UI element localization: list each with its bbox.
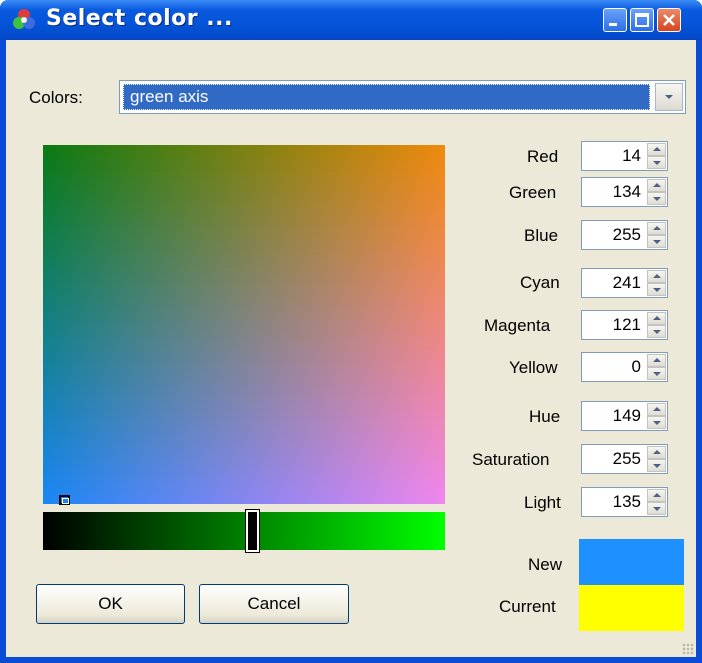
spin-up-icon[interactable]	[647, 143, 666, 156]
blue-value: 255	[612, 225, 641, 244]
chevron-down-icon	[665, 95, 673, 99]
maximize-icon	[635, 13, 649, 27]
yellow-value: 0	[631, 357, 641, 376]
light-label: Light	[524, 493, 561, 512]
spin-down-icon[interactable]	[647, 502, 666, 515]
cyan-spinner[interactable]: 241	[581, 268, 668, 298]
light-value: 135	[612, 492, 641, 511]
slider-thumb[interactable]	[245, 509, 260, 553]
new-color-label: New	[528, 555, 563, 574]
green-value: 134	[612, 182, 641, 201]
title-bar[interactable]: Select color ...	[0, 0, 702, 40]
dialog-body: Colors: green axis OK Cancel Red 14 Gree…	[6, 40, 696, 657]
magenta-value: 121	[612, 315, 641, 334]
hue-label: Hue	[529, 407, 561, 426]
maximize-button[interactable]	[630, 8, 654, 32]
spin-down-icon[interactable]	[647, 192, 666, 205]
close-icon	[663, 14, 675, 26]
green-label: Green	[509, 183, 557, 202]
green-slider[interactable]	[43, 512, 445, 550]
hue-value: 149	[612, 406, 641, 425]
cyan-value: 241	[612, 273, 641, 292]
spin-down-icon[interactable]	[647, 416, 666, 429]
spin-down-icon[interactable]	[647, 156, 666, 169]
minimize-icon	[609, 23, 617, 26]
ok-button[interactable]: OK	[36, 584, 185, 624]
saturation-label: Saturation	[472, 450, 550, 469]
saturation-spinner[interactable]: 255	[581, 444, 668, 474]
spin-down-icon[interactable]	[647, 367, 666, 380]
color-wheel-icon	[13, 9, 35, 29]
green-spinner[interactable]: 134	[581, 177, 668, 207]
minimize-button[interactable]	[603, 8, 627, 32]
spin-down-icon[interactable]	[647, 459, 666, 472]
cancel-button[interactable]: Cancel	[199, 584, 349, 624]
resize-grip-icon[interactable]	[682, 643, 694, 655]
spin-up-icon[interactable]	[647, 446, 666, 459]
spin-up-icon[interactable]	[647, 179, 666, 192]
spin-up-icon[interactable]	[647, 354, 666, 367]
colors-dropdown-value: green axis	[123, 84, 650, 110]
palette-cursor[interactable]	[59, 495, 70, 505]
blue-spinner[interactable]: 255	[581, 220, 668, 250]
new-color-swatch	[579, 539, 684, 585]
dropdown-button[interactable]	[655, 83, 683, 111]
saturation-value: 255	[612, 449, 641, 468]
spin-down-icon[interactable]	[647, 283, 666, 296]
blue-label: Blue	[524, 226, 559, 245]
red-label: Red	[527, 147, 559, 166]
color-palette[interactable]	[43, 145, 445, 504]
window-title: Select color ...	[46, 6, 233, 31]
red-spinner[interactable]: 14	[581, 141, 668, 171]
hue-spinner[interactable]: 149	[581, 401, 668, 431]
magenta-label: Magenta	[484, 316, 551, 335]
close-button[interactable]	[657, 8, 681, 32]
spin-up-icon[interactable]	[647, 312, 666, 325]
light-spinner[interactable]: 135	[581, 487, 668, 517]
cyan-label: Cyan	[520, 273, 560, 292]
colors-label: Colors:	[29, 88, 83, 107]
current-color-swatch	[579, 585, 684, 631]
spin-up-icon[interactable]	[647, 222, 666, 235]
colors-dropdown[interactable]: green axis	[119, 80, 686, 114]
spin-up-icon[interactable]	[647, 489, 666, 502]
spin-down-icon[interactable]	[647, 235, 666, 248]
palette-gradient	[43, 145, 445, 504]
yellow-label: Yellow	[509, 358, 558, 377]
current-color-label: Current	[499, 597, 556, 616]
spin-up-icon[interactable]	[647, 403, 666, 416]
select-color-dialog: Select color ... Colors: green axis OK C…	[0, 0, 702, 663]
magenta-spinner[interactable]: 121	[581, 310, 668, 340]
spin-up-icon[interactable]	[647, 270, 666, 283]
spin-down-icon[interactable]	[647, 325, 666, 338]
yellow-spinner[interactable]: 0	[581, 352, 668, 382]
red-value: 14	[622, 146, 641, 165]
